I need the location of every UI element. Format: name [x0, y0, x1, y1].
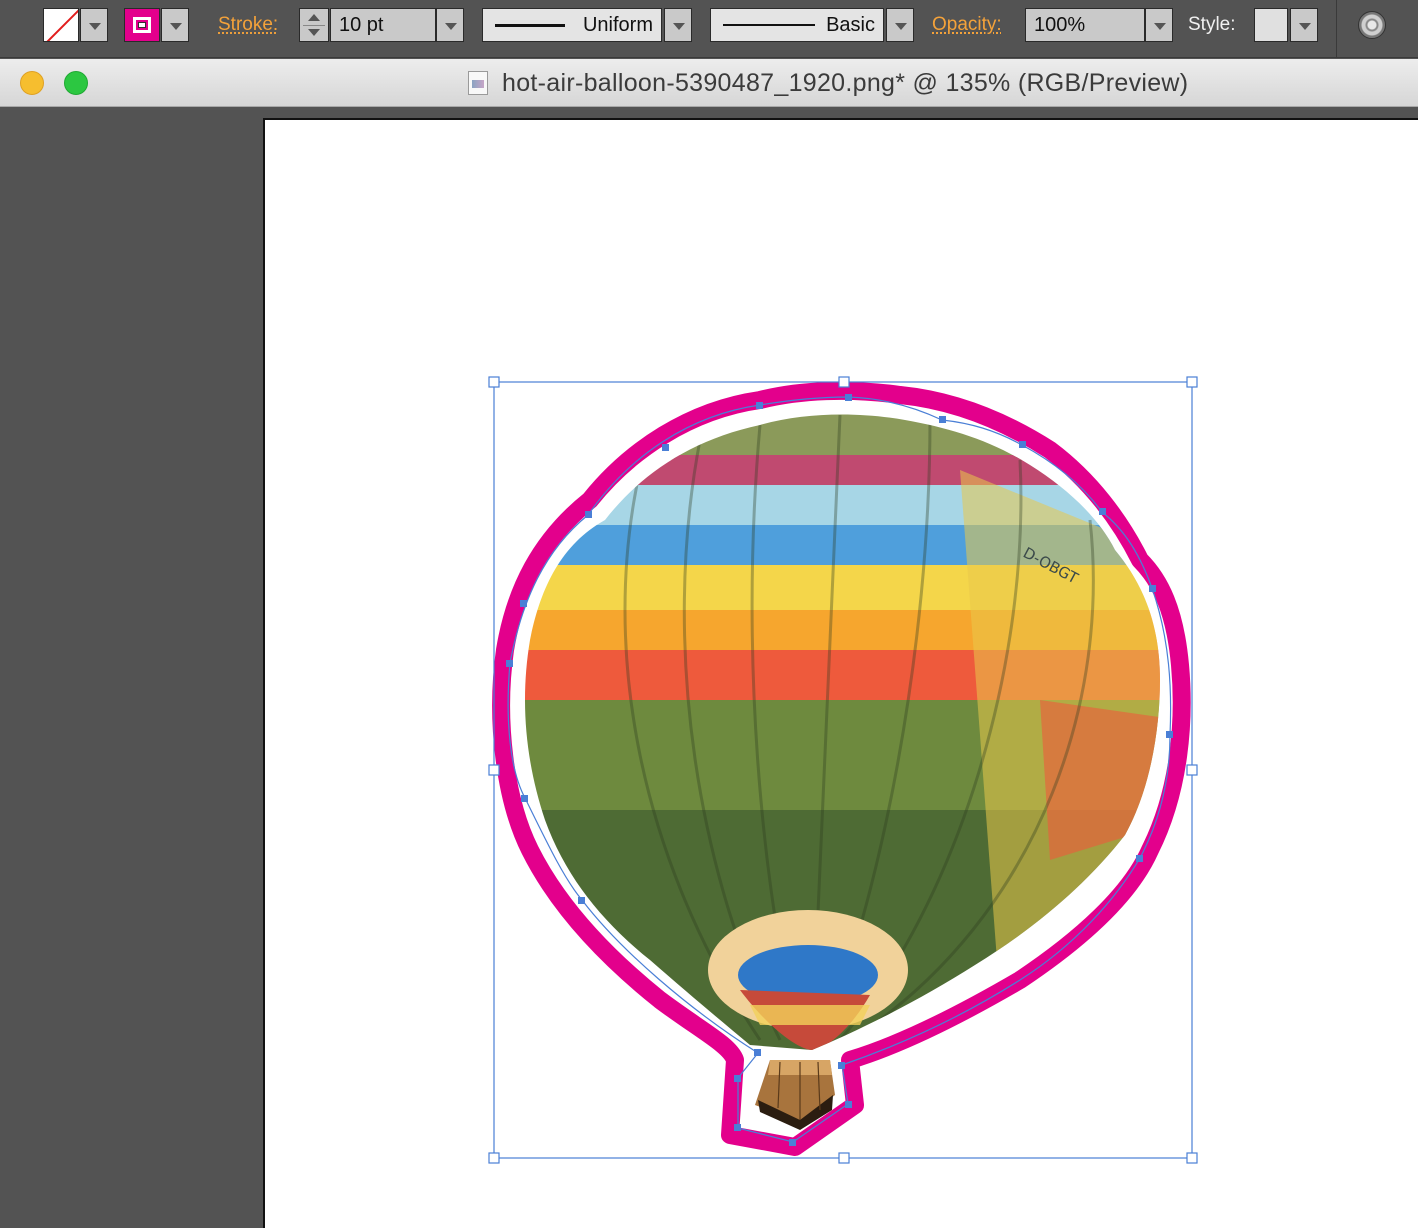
artwork-layer: D-OBGT: [0, 0, 1418, 1220]
